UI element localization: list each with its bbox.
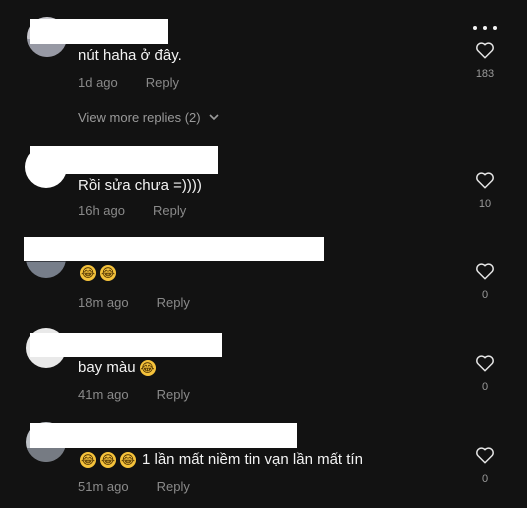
reply-button[interactable]: Reply: [157, 479, 190, 494]
comment-text: Rồi sửa chưa =)))): [78, 176, 202, 196]
comment-text-content: nút haha ở đây.: [78, 47, 182, 64]
face-with-tears-of-joy-icon: 😂: [100, 265, 116, 281]
like-count: 10: [478, 198, 492, 210]
heart-outline-icon[interactable]: [475, 354, 495, 372]
like-control: 0: [472, 262, 498, 301]
comment-item: Rồi sửa chưa =)))) 16h ago Reply 10: [0, 140, 527, 232]
comment-text: bay màu 😂: [78, 358, 156, 378]
face-with-tears-of-joy-icon: 😂: [80, 265, 96, 281]
comment-timestamp: 18m ago: [78, 295, 129, 310]
comment-item: nút haha ở đây. 1d ago Reply 183 View mo…: [0, 0, 527, 140]
comment-item: 😂 😂 😂 1 lần mất niềm tin vạn lần mất tín…: [0, 416, 527, 508]
comment-item: bay màu 😂 41m ago Reply 0: [0, 324, 527, 416]
reply-button[interactable]: Reply: [153, 203, 186, 218]
redacted-username: [30, 333, 222, 357]
comment-timestamp: 41m ago: [78, 387, 129, 402]
comment-text: 😂 😂 😂 1 lần mất niềm tin vạn lần mất tín: [80, 450, 363, 470]
comment-meta: 18m ago Reply: [78, 295, 190, 310]
redacted-username: [30, 19, 168, 44]
comment-meta: 1d ago Reply: [78, 75, 179, 90]
reply-button[interactable]: Reply: [157, 295, 190, 310]
comment-timestamp: 51m ago: [78, 479, 129, 494]
redacted-username: [30, 146, 218, 174]
reply-button[interactable]: Reply: [146, 75, 179, 90]
like-count: 0: [481, 289, 489, 301]
like-control: 183: [472, 41, 498, 80]
like-control: 0: [472, 354, 498, 393]
heart-outline-icon[interactable]: [475, 446, 495, 464]
chevron-down-icon: [209, 114, 219, 121]
comment-meta: 51m ago Reply: [78, 479, 190, 494]
comment-text: 😂 😂: [80, 265, 118, 281]
redacted-username: [30, 423, 297, 448]
comment-text-content: bay màu: [78, 359, 136, 376]
like-count: 0: [481, 473, 489, 485]
emoji-group: 😂 😂: [80, 265, 116, 281]
heart-outline-icon[interactable]: [475, 262, 495, 280]
comment-timestamp: 1d ago: [78, 75, 118, 90]
view-more-replies-button[interactable]: View more replies (2): [78, 110, 219, 125]
reply-button[interactable]: Reply: [157, 387, 190, 402]
like-count: 0: [481, 381, 489, 393]
view-more-replies-label: View more replies (2): [78, 110, 201, 125]
comment-meta: 41m ago Reply: [78, 387, 190, 402]
emoji-group: 😂 😂 😂: [80, 452, 136, 468]
face-with-tears-of-joy-icon: 😂: [100, 452, 116, 468]
face-with-tears-of-joy-icon: 😂: [139, 360, 156, 376]
redacted-username: [24, 237, 324, 261]
face-with-tears-of-joy-icon: 😂: [80, 452, 96, 468]
comment-timestamp: 16h ago: [78, 203, 125, 218]
comment-item: 😂 😂 18m ago Reply 0: [0, 232, 527, 324]
comment-text: nút haha ở đây.: [78, 46, 182, 66]
like-count: 183: [475, 68, 495, 80]
like-control: 10: [472, 171, 498, 210]
like-control: 0: [472, 446, 498, 485]
comment-meta: 16h ago Reply: [78, 203, 186, 218]
heart-outline-icon[interactable]: [475, 171, 495, 189]
heart-outline-icon[interactable]: [475, 41, 495, 59]
comment-text-content: 1 lần mất niềm tin vạn lần mất tín: [142, 451, 363, 468]
face-with-tears-of-joy-icon: 😂: [120, 452, 136, 468]
comments-panel: nút haha ở đây. 1d ago Reply 183 View mo…: [0, 0, 527, 508]
comment-text-content: Rồi sửa chưa =)))): [78, 177, 202, 194]
